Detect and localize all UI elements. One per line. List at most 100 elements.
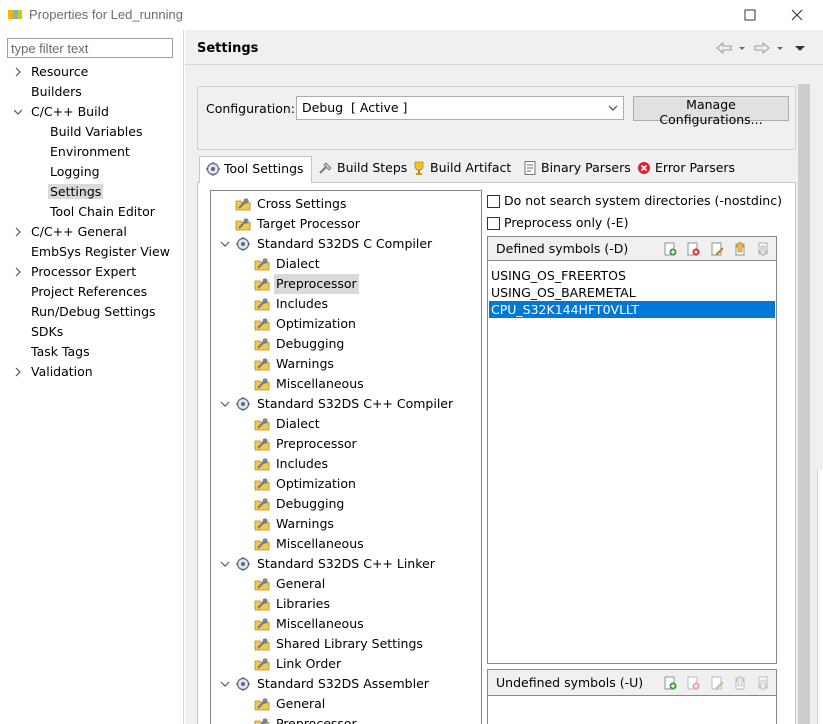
option-category-icon: [254, 478, 270, 491]
sidebar-item[interactable]: Environment: [48, 142, 132, 162]
configuration-value: Debug [ Active ]: [302, 100, 408, 115]
sidebar-item-label: C/C++ Build: [31, 104, 109, 119]
manage-configurations-button[interactable]: Manage Configurations...: [633, 96, 789, 127]
tree-node-label: General: [276, 576, 326, 591]
sidebar-item[interactable]: Resource: [15, 62, 90, 82]
sidebar-item[interactable]: C/C++ General: [15, 222, 129, 242]
option-category-icon: [254, 518, 270, 531]
chevron-right-icon[interactable]: [14, 62, 22, 82]
add-icon[interactable]: [662, 675, 678, 691]
back-dropdown-icon[interactable]: [737, 40, 747, 56]
sidebar-item-label: Processor Expert: [31, 264, 137, 279]
sidebar-item[interactable]: Processor Expert: [15, 262, 138, 282]
move-down-icon[interactable]: [755, 675, 771, 691]
view-menu-icon[interactable]: [794, 40, 806, 56]
chevron-right-icon[interactable]: [14, 262, 22, 282]
vertical-scrollbar[interactable]: [797, 84, 811, 724]
sidebar-item[interactable]: C/C++ Build: [14, 102, 111, 122]
list-item[interactable]: CPU_S32K144HFT0VLLT: [489, 301, 775, 318]
tree-node-label: Miscellaneous: [276, 536, 364, 551]
sidebar-item-label: Run/Debug Settings: [31, 304, 156, 319]
tree-node-label: Debugging: [276, 496, 345, 511]
tab-binary-parsers[interactable]: Binary Parsers: [517, 156, 631, 182]
sidebar-item-label: Validation: [31, 364, 93, 379]
defined-symbols-list[interactable]: USING_OS_FREERTOS USING_OS_BAREMETAL CPU_S…: [489, 267, 775, 318]
option-category-icon: [254, 638, 270, 651]
tree-node-label: Libraries: [276, 596, 330, 611]
option-category-icon: [254, 258, 270, 271]
chevron-down-icon[interactable]: [220, 394, 230, 414]
left-navigation-pane: Resource Builders C/C++ Build Build Variabl…: [0, 30, 184, 724]
tab-tool-settings[interactable]: Tool Settings: [199, 156, 312, 183]
tree-node-label: Shared Library Settings: [276, 636, 423, 651]
sidebar-item-label: Builders: [31, 84, 82, 99]
move-down-icon[interactable]: [755, 241, 771, 257]
scrollbar-thumb[interactable]: [798, 84, 810, 724]
move-up-icon[interactable]: [732, 241, 748, 257]
sidebar-item-label: Resource: [31, 64, 89, 79]
tool-settings-tree[interactable]: Cross Settings Target Processor Standard S…: [210, 190, 482, 724]
delete-icon[interactable]: [685, 241, 701, 257]
tree-node-label: Standard S32DS Assembler: [257, 676, 429, 691]
tree-node-label: Miscellaneous: [276, 616, 364, 631]
checkbox-box[interactable]: [487, 195, 500, 208]
maximize-icon[interactable]: [738, 3, 762, 27]
list-item[interactable]: USING_OS_BAREMETAL: [489, 284, 775, 301]
option-category-icon: [254, 318, 270, 331]
configuration-label: Configuration:: [206, 101, 295, 116]
preprocess-only-checkbox[interactable]: Preprocess only (-E): [487, 213, 687, 233]
sidebar-item[interactable]: Tool Chain Editor: [48, 202, 157, 222]
delete-icon[interactable]: [685, 675, 701, 691]
nostdinc-checkbox[interactable]: Do not search system directories (-nostd…: [487, 191, 782, 211]
chevron-right-icon[interactable]: [14, 222, 22, 242]
sidebar-item[interactable]: Project References: [29, 282, 149, 302]
edit-icon[interactable]: [709, 675, 725, 691]
forward-arrow-icon[interactable]: [753, 40, 771, 56]
checkbox-box[interactable]: [487, 217, 500, 230]
option-category-icon: [235, 198, 251, 211]
sidebar-item[interactable]: Task Tags: [29, 342, 92, 362]
configuration-select[interactable]: Debug [ Active ]: [296, 96, 624, 120]
option-category-icon: [254, 338, 270, 351]
option-category-icon: [254, 598, 270, 611]
edit-icon[interactable]: [709, 241, 725, 257]
checkbox-label: Preprocess only (-E): [504, 215, 629, 230]
forward-dropdown-icon[interactable]: [775, 40, 785, 56]
tree-node-label: Standard S32DS C++ Compiler: [257, 396, 454, 411]
tab-build-artifact[interactable]: Build Artifact: [406, 156, 516, 182]
chevron-right-icon[interactable]: [14, 362, 22, 382]
undefined-symbols-panel: Undefined symbols (-U): [487, 669, 777, 724]
move-up-icon[interactable]: [732, 675, 748, 691]
option-category-icon: [254, 358, 270, 371]
chevron-down-icon[interactable]: [220, 234, 230, 254]
add-icon[interactable]: [662, 241, 678, 257]
tab-label: Binary Parsers: [541, 160, 631, 175]
tree-node-label: Link Order: [276, 656, 342, 671]
sidebar-item[interactable]: EmbSys Register View: [29, 242, 172, 262]
sidebar-item[interactable]: Run/Debug Settings: [29, 302, 158, 322]
tab-label: Error Parsers: [655, 160, 736, 175]
tree-node-label: Target Processor: [257, 216, 360, 231]
chevron-down-icon[interactable]: [220, 674, 230, 694]
sidebar-item[interactable]: SDKs: [29, 322, 65, 342]
sidebar-item[interactable]: Validation: [15, 362, 95, 382]
option-category-icon: [254, 278, 270, 291]
sidebar-item[interactable]: Settings: [48, 182, 104, 202]
option-category-icon: [254, 498, 270, 511]
chevron-down-icon[interactable]: [14, 102, 22, 122]
tab-build-steps[interactable]: Build Steps: [313, 156, 407, 182]
list-item[interactable]: USING_OS_FREERTOS: [489, 267, 775, 284]
sidebar-item[interactable]: Build Variables: [48, 122, 144, 142]
sidebar-item[interactable]: Builders: [29, 82, 84, 102]
sidebar-item[interactable]: Logging: [48, 162, 102, 182]
tool-gear-icon: [236, 557, 250, 571]
tab-error-parsers[interactable]: Error Parsers: [631, 156, 741, 182]
sidebar-item-label: Build Variables: [50, 124, 143, 139]
tool-settings-icon: [206, 162, 220, 176]
tree-node-label: Dialect: [276, 256, 320, 271]
close-icon[interactable]: [785, 3, 809, 27]
page-title: Settings: [197, 41, 259, 56]
back-arrow-icon[interactable]: [715, 40, 733, 56]
filter-input[interactable]: [7, 38, 173, 58]
chevron-down-icon[interactable]: [220, 554, 230, 574]
